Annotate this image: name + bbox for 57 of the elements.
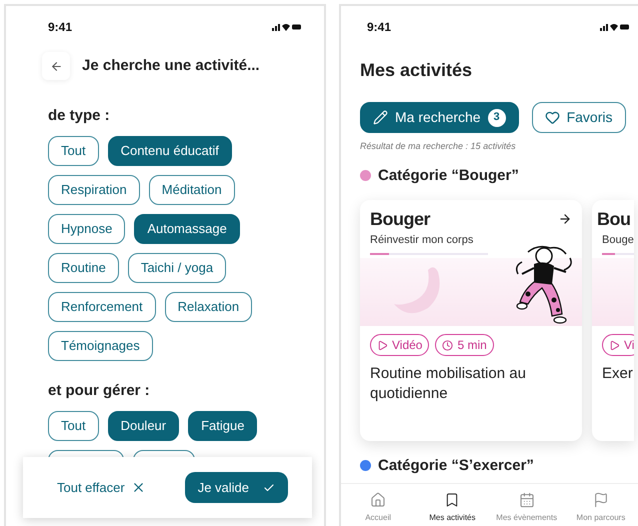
filter-chip[interactable]: Hypnose: [48, 214, 126, 244]
back-arrow-icon: [50, 60, 62, 72]
tag-label: Vi: [624, 337, 634, 354]
confirm-button[interactable]: Je valide: [184, 472, 288, 503]
filter-chip[interactable]: Méditation: [148, 175, 235, 205]
nav-item[interactable]: Accueil: [341, 484, 416, 526]
filter-button[interactable]: Ma recherche 3: [360, 102, 519, 133]
section-heading: et pour gérer :: [48, 381, 151, 401]
activity-card[interactable]: Bouger Réinvestir mon corps Vidéo 5 min Routine mobilisation au quotidienne: [360, 200, 582, 440]
check-icon: [263, 482, 275, 494]
screen-title: Mes activités: [359, 59, 474, 82]
nav-item[interactable]: Mon parcours: [564, 484, 638, 526]
filter-chip[interactable]: Douleur: [108, 411, 180, 441]
play-icon: [377, 340, 388, 350]
card-title: Bouger: [370, 208, 430, 230]
tag-label: 5 min: [457, 337, 487, 354]
count-badge: 3: [488, 108, 506, 126]
calendar-icon: [518, 492, 535, 508]
category-heading: Catégorie “Bouger”: [378, 166, 519, 184]
status-time: 9:41: [48, 19, 72, 36]
status-time: 9:41: [367, 19, 392, 36]
flag-icon: [592, 492, 609, 508]
clock-icon: [442, 340, 454, 350]
status-icons: [600, 22, 630, 32]
card-subtitle: Bouge: [601, 232, 634, 248]
filter-chip[interactable]: Taichi / yoga: [128, 253, 226, 283]
clear-button[interactable]: Tout effacer: [57, 478, 146, 498]
filter-chip[interactable]: Fatigue: [188, 411, 258, 441]
card-subtitle: Réinvestir mon corps: [369, 232, 474, 248]
pencil-icon: [373, 110, 388, 125]
filter-chip[interactable]: Respiration: [48, 175, 140, 205]
filter-chip[interactable]: Tout: [48, 411, 99, 441]
category-heading: Catégorie “S’exercer”: [378, 456, 534, 474]
card-title: Bou: [597, 208, 630, 230]
status-icons: [272, 22, 302, 32]
filter-chip[interactable]: Témoignages: [48, 331, 153, 361]
filter-chip[interactable]: Renforcement: [48, 292, 156, 322]
nav-item[interactable]: Mes évènements: [490, 484, 564, 526]
arrow-right-icon: [558, 212, 572, 226]
section-heading: de type :: [48, 106, 111, 126]
filter-chip[interactable]: Tout: [48, 136, 99, 166]
tag-label: Vidéo: [392, 337, 422, 354]
play-icon: [609, 340, 620, 350]
heart-icon: [544, 110, 560, 125]
activity-name: Routine mobilisation au quotidienne: [369, 364, 527, 404]
filter-chip[interactable]: Relaxation: [164, 292, 252, 322]
filter-chip[interactable]: Routine: [48, 253, 119, 283]
filter-chip[interactable]: Automassage: [134, 214, 240, 244]
nav-item[interactable]: Mes activités: [415, 484, 490, 526]
home-icon: [370, 492, 386, 508]
filter-chip[interactable]: Contenu éducatif: [108, 136, 232, 166]
result-text: Résultat de ma recherche : 15 activités: [359, 140, 517, 153]
activity-card[interactable]: Bou Bouge Vi Exer: [592, 200, 634, 440]
back-button[interactable]: [42, 52, 70, 80]
activity-name: Exer: [601, 364, 634, 384]
filter-button[interactable]: Favoris: [532, 102, 626, 133]
screen-title: Je cherche une activité...: [82, 56, 260, 76]
